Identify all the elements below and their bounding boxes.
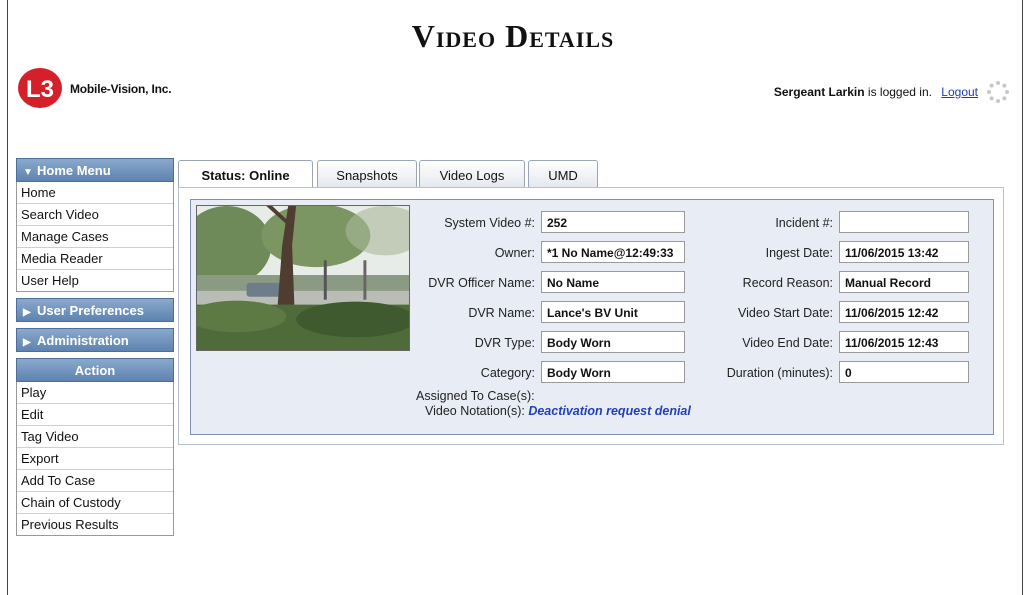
- field-category: Body Worn: [541, 361, 685, 383]
- video-notations: Video Notation(s): Deactivation request …: [425, 404, 691, 418]
- video-thumbnail[interactable]: [196, 205, 410, 351]
- field-duration: 0: [839, 361, 969, 383]
- action-tag-video[interactable]: Tag Video: [17, 426, 173, 448]
- sidebar-item-user-help[interactable]: User Help: [17, 270, 173, 291]
- label-incident: Incident #:: [775, 216, 833, 230]
- user-name: Sergeant Larkin: [773, 85, 865, 99]
- field-video-end-date: 11/06/2015 12:43: [839, 331, 969, 353]
- field-dvr-name: Lance's BV Unit: [541, 301, 685, 323]
- assigned-cases-label: Assigned To Case(s):: [416, 389, 535, 403]
- label-dvr-name: DVR Name:: [468, 306, 535, 320]
- sidebar-item-media-reader[interactable]: Media Reader: [17, 248, 173, 270]
- sidebar-item-manage-cases[interactable]: Manage Cases: [17, 226, 173, 248]
- action-edit[interactable]: Edit: [17, 404, 173, 426]
- tab-status-online[interactable]: Status: Online: [178, 160, 313, 189]
- video-notation-value: Deactivation request denial: [528, 404, 691, 418]
- logout-link[interactable]: Logout: [941, 85, 978, 99]
- label-record-reason: Record Reason:: [742, 276, 833, 290]
- sidebar-item-search-video[interactable]: Search Video: [17, 204, 173, 226]
- label-ingest-date: Ingest Date:: [765, 246, 833, 260]
- tab-video-logs[interactable]: Video Logs: [419, 160, 525, 187]
- action-list: Play Edit Tag Video Export Add To Case C…: [16, 382, 174, 536]
- label-system-video: System Video #:: [444, 216, 535, 230]
- field-ingest-date: 11/06/2015 13:42: [839, 241, 969, 263]
- field-video-start-date: 11/06/2015 12:42: [839, 301, 969, 323]
- field-system-video: 252: [541, 211, 685, 233]
- action-add-to-case[interactable]: Add To Case: [17, 470, 173, 492]
- login-status: Sergeant Larkin is logged in. Logout: [774, 85, 978, 99]
- triangle-right-icon: ▶: [23, 307, 31, 318]
- action-previous-results[interactable]: Previous Results: [17, 514, 173, 535]
- label-category: Category:: [480, 366, 535, 380]
- field-dvr-type: Body Worn: [541, 331, 685, 353]
- user-preferences-header[interactable]: ▶ User Preferences: [16, 298, 174, 322]
- field-record-reason: Manual Record: [839, 271, 969, 293]
- logged-in-text: is logged in.: [867, 85, 932, 99]
- field-dvr-officer-name: No Name: [541, 271, 685, 293]
- action-play[interactable]: Play: [17, 382, 173, 404]
- page-title: Video Details: [411, 18, 615, 54]
- field-incident: [839, 211, 969, 233]
- home-menu-title: Home Menu: [37, 163, 111, 178]
- tab-umd[interactable]: UMD: [528, 160, 598, 187]
- user-preferences-title: User Preferences: [37, 303, 144, 318]
- sidebar-item-home[interactable]: Home: [17, 182, 173, 204]
- home-menu-list: Home Search Video Manage Cases Media Rea…: [16, 182, 174, 292]
- field-owner: *1 No Name@12:49:33: [541, 241, 685, 263]
- label-dvr-type: DVR Type:: [474, 336, 535, 350]
- label-owner: Owner:: [494, 246, 535, 260]
- action-header: Action: [16, 358, 174, 382]
- label-video-end-date: Video End Date:: [742, 336, 833, 350]
- video-notations-label: Video Notation(s):: [425, 404, 525, 418]
- label-dvr-officer-name: DVR Officer Name:: [428, 276, 535, 290]
- home-menu-header[interactable]: ▼ Home Menu: [16, 158, 174, 182]
- action-chain-of-custody[interactable]: Chain of Custody: [17, 492, 173, 514]
- details-panel: System Video #: 252 Owner: *1 No Name@12…: [178, 187, 1004, 445]
- l3-logo-icon: L3: [18, 68, 62, 108]
- label-duration: Duration (minutes):: [726, 366, 833, 380]
- triangle-right-icon: ▶: [23, 337, 31, 348]
- company-name: Mobile-Vision, Inc.: [70, 82, 172, 96]
- sidebar: ▼ Home Menu Home Search Video Manage Case…: [16, 158, 174, 536]
- action-export[interactable]: Export: [17, 448, 173, 470]
- svg-text:L3: L3: [26, 76, 54, 103]
- tab-snapshots[interactable]: Snapshots: [317, 160, 417, 187]
- details-inner-panel: System Video #: 252 Owner: *1 No Name@12…: [190, 199, 994, 435]
- administration-header[interactable]: ▶ Administration: [16, 328, 174, 352]
- loading-spinner-icon: [987, 81, 1009, 103]
- label-video-start-date: Video Start Date:: [738, 306, 833, 320]
- administration-title: Administration: [37, 333, 129, 348]
